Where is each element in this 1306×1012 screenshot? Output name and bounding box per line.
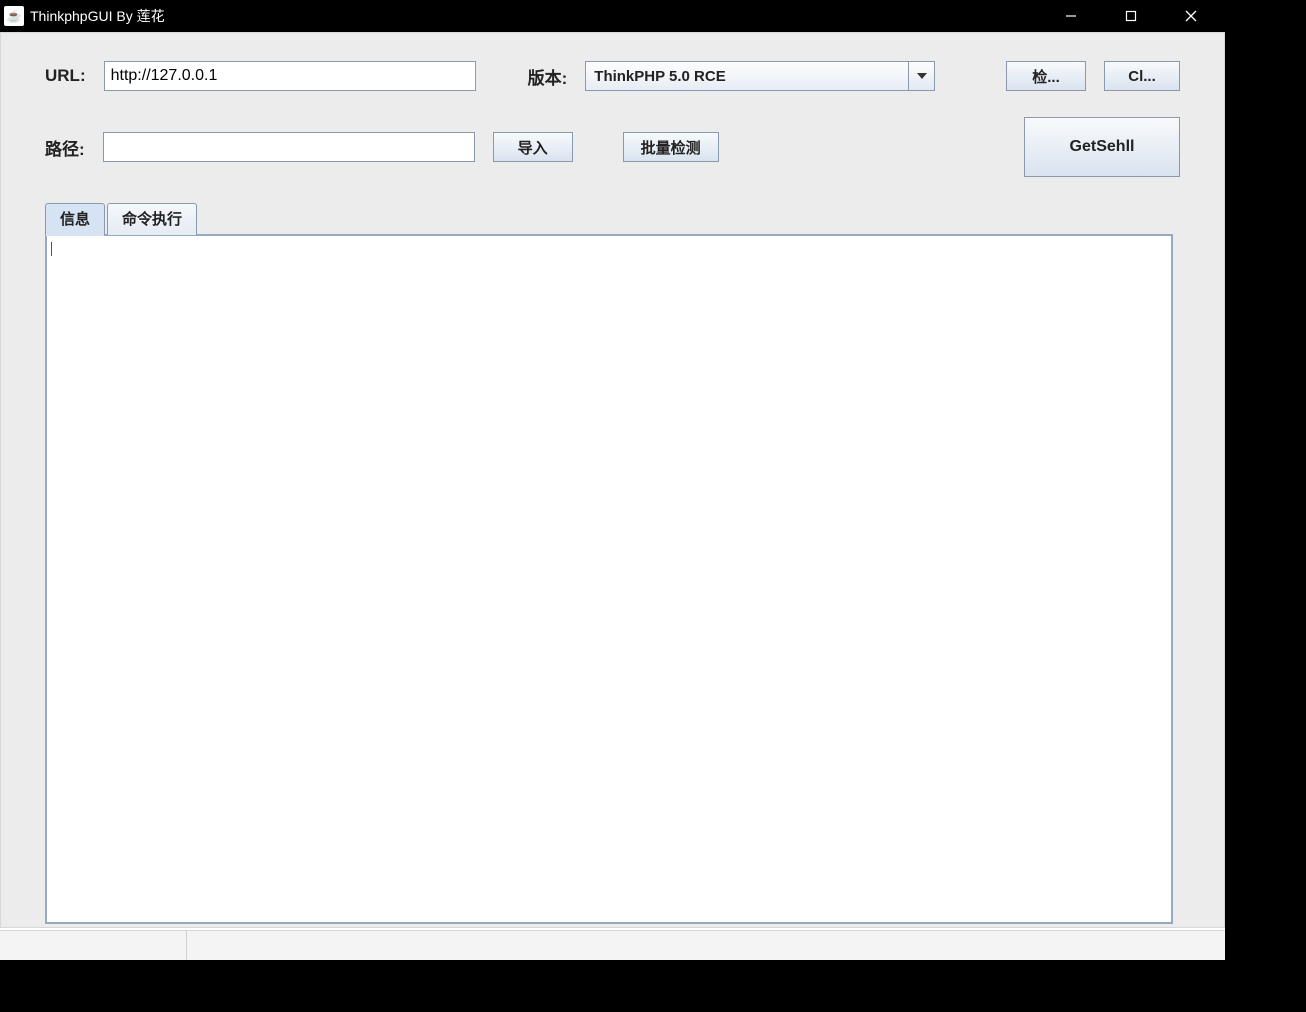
window-controls	[1041, 0, 1221, 32]
import-button[interactable]: 导入	[493, 132, 573, 162]
top-right-buttons: 检... Cl...	[1006, 61, 1180, 91]
getshell-button[interactable]: GetSehll	[1024, 117, 1180, 177]
minimize-button[interactable]	[1041, 0, 1101, 32]
url-label: URL:	[45, 66, 86, 86]
content-area: URL: 版本: ThinkPHP 5.0 RCE 检... Cl... 路径:…	[0, 32, 1225, 928]
java-icon-glyph: ☕	[7, 9, 22, 23]
path-label: 路径:	[45, 135, 85, 160]
close-button[interactable]	[1161, 0, 1221, 32]
row-url: URL: 版本: ThinkPHP 5.0 RCE 检... Cl...	[45, 61, 1180, 91]
chevron-down-icon	[908, 62, 934, 90]
output-panel[interactable]	[45, 234, 1173, 924]
url-input[interactable]	[104, 61, 476, 91]
path-input[interactable]	[103, 132, 475, 162]
java-icon: ☕	[4, 6, 24, 26]
version-combo[interactable]: ThinkPHP 5.0 RCE	[585, 61, 935, 91]
tab-header: 信息 命令执行	[45, 203, 1180, 235]
version-label: 版本:	[528, 64, 568, 89]
titlebar: ☕ ThinkphpGUI By 莲花	[0, 0, 1225, 32]
tabs-container: 信息 命令执行	[45, 203, 1180, 925]
app-window: ☕ ThinkphpGUI By 莲花 URL: 版本: ThinkPHP 5.…	[0, 0, 1225, 960]
clear-button[interactable]: Cl...	[1104, 61, 1180, 91]
row2-right: GetSehll	[1024, 117, 1180, 177]
window-title: ThinkphpGUI By 莲花	[30, 6, 1041, 26]
version-selected-text: ThinkPHP 5.0 RCE	[586, 62, 908, 90]
statusbar-separator	[186, 931, 187, 960]
statusbar	[0, 930, 1225, 960]
maximize-button[interactable]	[1101, 0, 1161, 32]
batch-detect-button[interactable]: 批量检测	[623, 132, 719, 162]
row-path: 路径: 导入 批量检测 GetSehll	[45, 117, 1180, 177]
check-button[interactable]: 检...	[1006, 61, 1086, 91]
tab-info[interactable]: 信息	[45, 203, 105, 236]
tab-command-exec[interactable]: 命令执行	[107, 203, 197, 235]
